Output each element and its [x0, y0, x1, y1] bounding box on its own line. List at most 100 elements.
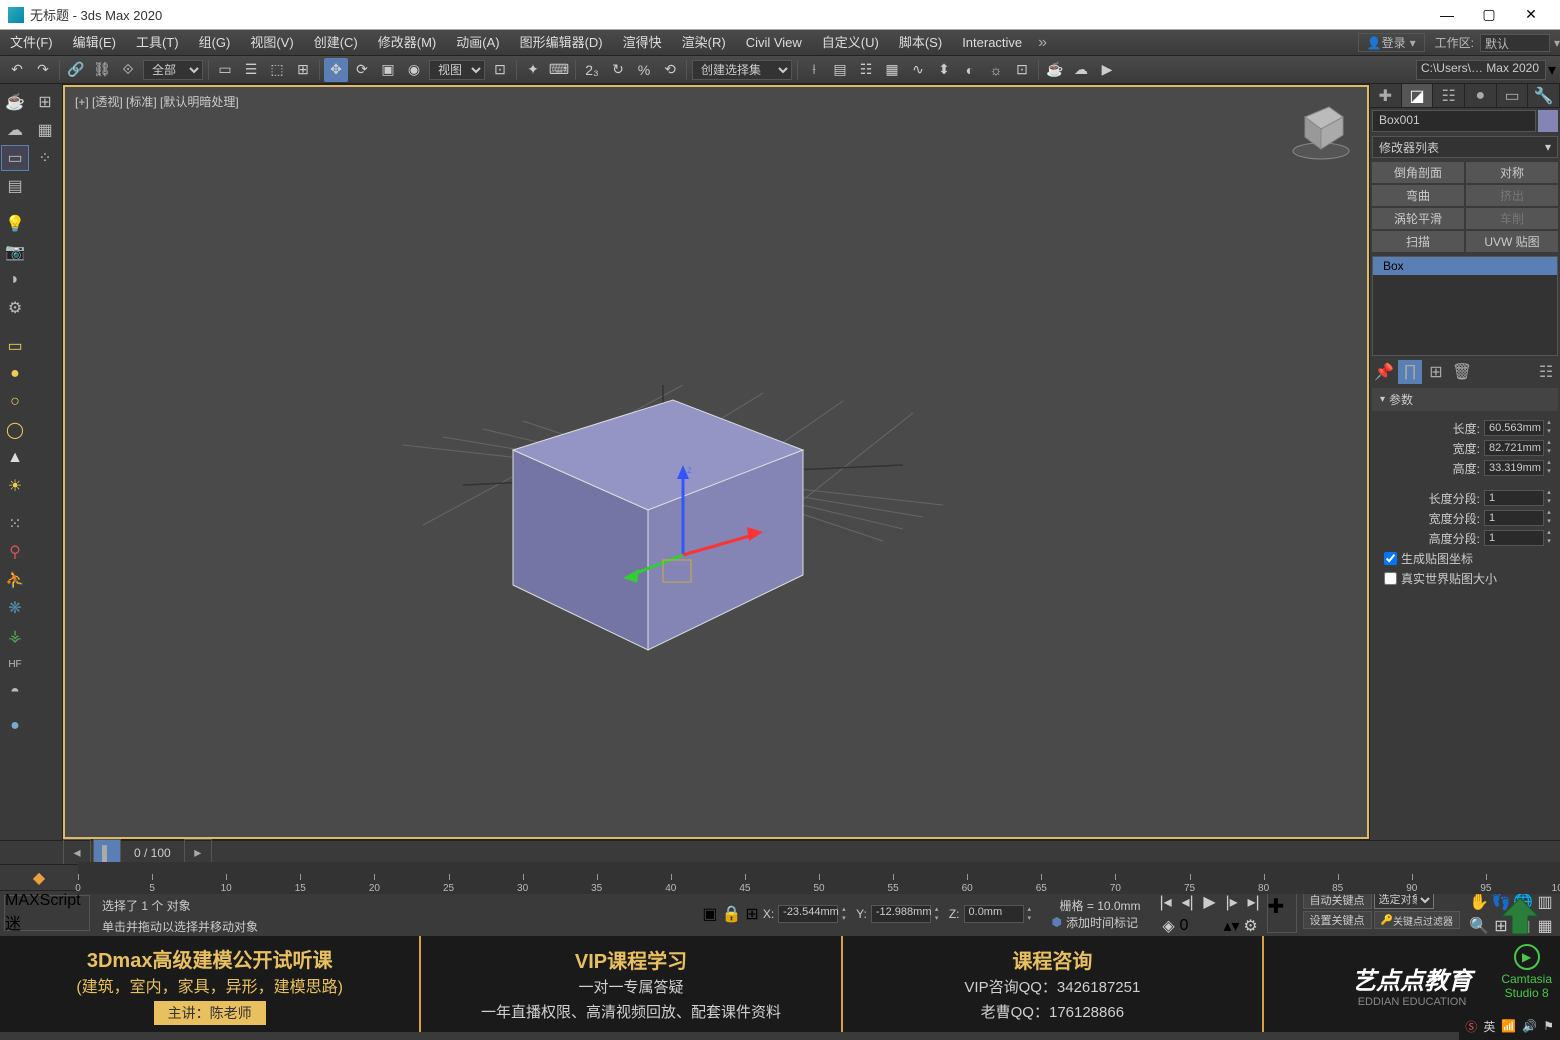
pivot-button[interactable]: ⊡ — [488, 58, 512, 82]
configure-sets-button[interactable]: ☷ — [1534, 360, 1558, 384]
scale-button[interactable]: ▣ — [376, 58, 400, 82]
timeline-ruler[interactable]: 0510152025303540455055606570758085909510… — [78, 862, 1560, 894]
hierarchy-tab[interactable]: ☷ — [1433, 84, 1465, 107]
key-mode-button[interactable]: ◈ — [1158, 915, 1180, 937]
project-path[interactable]: C:\Users\… Max 2020 — [1416, 60, 1546, 80]
toggle-ribbon-button[interactable]: ▦ — [880, 58, 904, 82]
cylinder-icon[interactable]: ○ — [1, 389, 29, 415]
layer-button[interactable]: ☷ — [854, 58, 878, 82]
wseg-spinner[interactable]: 1 — [1484, 510, 1544, 526]
modifier-stack[interactable]: Box — [1372, 256, 1558, 356]
select-button[interactable]: ▭ — [213, 58, 237, 82]
mod-sweep[interactable]: 扫描 — [1372, 231, 1464, 252]
menu-rendering[interactable]: 渲染(R) — [672, 30, 736, 56]
menu-group[interactable]: 组(G) — [189, 30, 241, 56]
current-frame-input[interactable]: 0 — [1180, 917, 1224, 935]
maxscript-mini[interactable]: MAXScript 迷 — [5, 892, 89, 934]
key-filters-button[interactable]: 🔑关键点过滤器 — [1374, 911, 1460, 929]
box-object[interactable] — [503, 390, 823, 670]
teapot-icon[interactable]: ☕ — [1, 89, 29, 115]
addtag-button[interactable]: 添加时间标记 — [1066, 914, 1138, 931]
render-button[interactable]: ☕ — [1043, 58, 1067, 82]
autokey-button[interactable]: 自动关键点 — [1303, 891, 1372, 909]
zoom-button[interactable]: 🔍 — [1468, 915, 1490, 937]
sphere-dots-icon[interactable]: ⁘ — [31, 145, 59, 171]
particles-icon[interactable]: ⁙ — [1, 511, 29, 537]
menu-views[interactable]: 视图(V) — [240, 30, 303, 56]
tray-wifi-icon[interactable]: 📶 — [1501, 1019, 1516, 1033]
snap-2d-button[interactable]: 2₃ — [580, 58, 604, 82]
bone-icon[interactable]: ⚲ — [1, 539, 29, 565]
manipulate-button[interactable]: ✦ — [521, 58, 545, 82]
display-tab[interactable]: ▭ — [1497, 84, 1529, 107]
lseg-spinner[interactable]: 1 — [1484, 490, 1544, 506]
mod-turbosmooth[interactable]: 涡轮平滑 — [1372, 208, 1464, 229]
unlink-button[interactable]: ⛓ — [90, 58, 114, 82]
utilities-tab[interactable]: 🔧 — [1528, 84, 1560, 107]
ref-coord-dropdown[interactable]: 视图 — [429, 60, 485, 80]
biped-icon[interactable]: ⛹ — [1, 567, 29, 593]
spinner-snap-button[interactable]: ⟲ — [658, 58, 682, 82]
tray-s-icon[interactable]: Ⓢ — [1465, 1018, 1477, 1035]
pin-stack-button[interactable]: 📌 — [1372, 360, 1396, 384]
select-region-button[interactable]: ⬚ — [265, 58, 289, 82]
grid-icon[interactable]: ⊞ — [31, 89, 59, 115]
menu-tools[interactable]: 工具(T) — [126, 30, 189, 56]
render-view-button[interactable]: ▶ — [1095, 58, 1119, 82]
mapcoords-checkbox[interactable]: 生成贴图坐标 — [1384, 550, 1546, 567]
align-button[interactable]: ▤ — [828, 58, 852, 82]
rollout-parameters-header[interactable]: ▾参数 — [1372, 388, 1558, 411]
angle-snap-button[interactable]: ↻ — [606, 58, 630, 82]
realworld-checkbox[interactable]: 真实世界贴图大小 — [1384, 570, 1546, 587]
menu-interactive[interactable]: Interactive — [952, 30, 1032, 56]
object-color-swatch[interactable] — [1538, 110, 1558, 132]
set-key-big-button[interactable]: ✚ — [1267, 893, 1297, 933]
isolate-icon[interactable]: ▣ — [702, 904, 717, 924]
redo-button[interactable]: ↷ — [31, 58, 55, 82]
remove-modifier-button[interactable]: 🗑 — [1450, 360, 1474, 384]
workspace-selector[interactable]: 默认 — [1480, 34, 1550, 52]
window-crossing-button[interactable]: ⊞ — [291, 58, 315, 82]
menu-animation[interactable]: 动画(A) — [446, 30, 509, 56]
sun-icon[interactable]: ☀ — [1, 473, 29, 499]
pan-view-button[interactable]: ✋ — [1468, 891, 1490, 913]
schematic-button[interactable]: ⬍ — [932, 58, 956, 82]
menu-create[interactable]: 创建(C) — [304, 30, 368, 56]
modifier-list-dropdown[interactable]: 修改器列表▾ — [1372, 136, 1558, 158]
viewport-label[interactable]: [+] [透视] [标准] [默认明暗处理] — [75, 93, 239, 110]
cone-icon[interactable]: ▲ — [1, 445, 29, 471]
lock-icon[interactable]: 🔒 — [721, 904, 741, 924]
mod-lathe[interactable]: 车削 — [1466, 208, 1558, 229]
create-tab[interactable]: ✚ — [1370, 84, 1402, 107]
setkey-button[interactable]: 设置关键点 — [1303, 911, 1372, 929]
menu-modifiers[interactable]: 修改器(M) — [368, 30, 447, 56]
selection-filter-dropdown[interactable]: 全部 — [143, 60, 203, 80]
menu-grapheditors[interactable]: 图形编辑器(D) — [510, 30, 613, 56]
next-frame-button[interactable]: |▸ — [1221, 891, 1243, 913]
ball-icon[interactable]: ● — [1, 713, 29, 739]
hf-icon[interactable]: HF — [1, 651, 29, 677]
goto-start-button[interactable]: |◂ — [1155, 891, 1177, 913]
render-online-button[interactable]: ☁ — [1069, 58, 1093, 82]
box-icon[interactable]: ▭ — [1, 145, 29, 171]
prev-frame-button[interactable]: ◂| — [1177, 891, 1199, 913]
object-name-input[interactable]: Box001 — [1372, 110, 1536, 132]
login-button[interactable]: 👤登录▾ — [1358, 33, 1425, 52]
cloud-icon[interactable]: ☁ — [1, 117, 29, 143]
menu-edit[interactable]: 编辑(E) — [63, 30, 126, 56]
menu-file[interactable]: 文件(F) — [0, 30, 63, 56]
mod-symmetry[interactable]: 对称 — [1466, 162, 1558, 183]
menu-scripting[interactable]: 脚本(S) — [889, 30, 952, 56]
mod-extrude[interactable]: 挤出 — [1466, 185, 1558, 206]
tray-flag-icon[interactable]: ⚑ — [1543, 1019, 1554, 1033]
width-spinner[interactable]: 82.721mm — [1484, 440, 1544, 456]
undo-button[interactable]: ↶ — [5, 58, 29, 82]
spacewarp-icon[interactable]: ⚙ — [1, 295, 29, 321]
abs-rel-icon[interactable]: ⊞ — [745, 904, 758, 924]
viewport-perspective[interactable]: [+] [透视] [标准] [默认明暗处理] z — [62, 84, 1370, 840]
time-config-button[interactable]: ⚙ — [1240, 915, 1262, 937]
keyboard-button[interactable]: ⌨ — [547, 58, 571, 82]
mod-chamfer[interactable]: 倒角剖面 — [1372, 162, 1464, 183]
grass-icon[interactable]: ⚶ — [1, 623, 29, 649]
named-selection-dropdown[interactable]: 创建选择集 — [692, 60, 792, 80]
